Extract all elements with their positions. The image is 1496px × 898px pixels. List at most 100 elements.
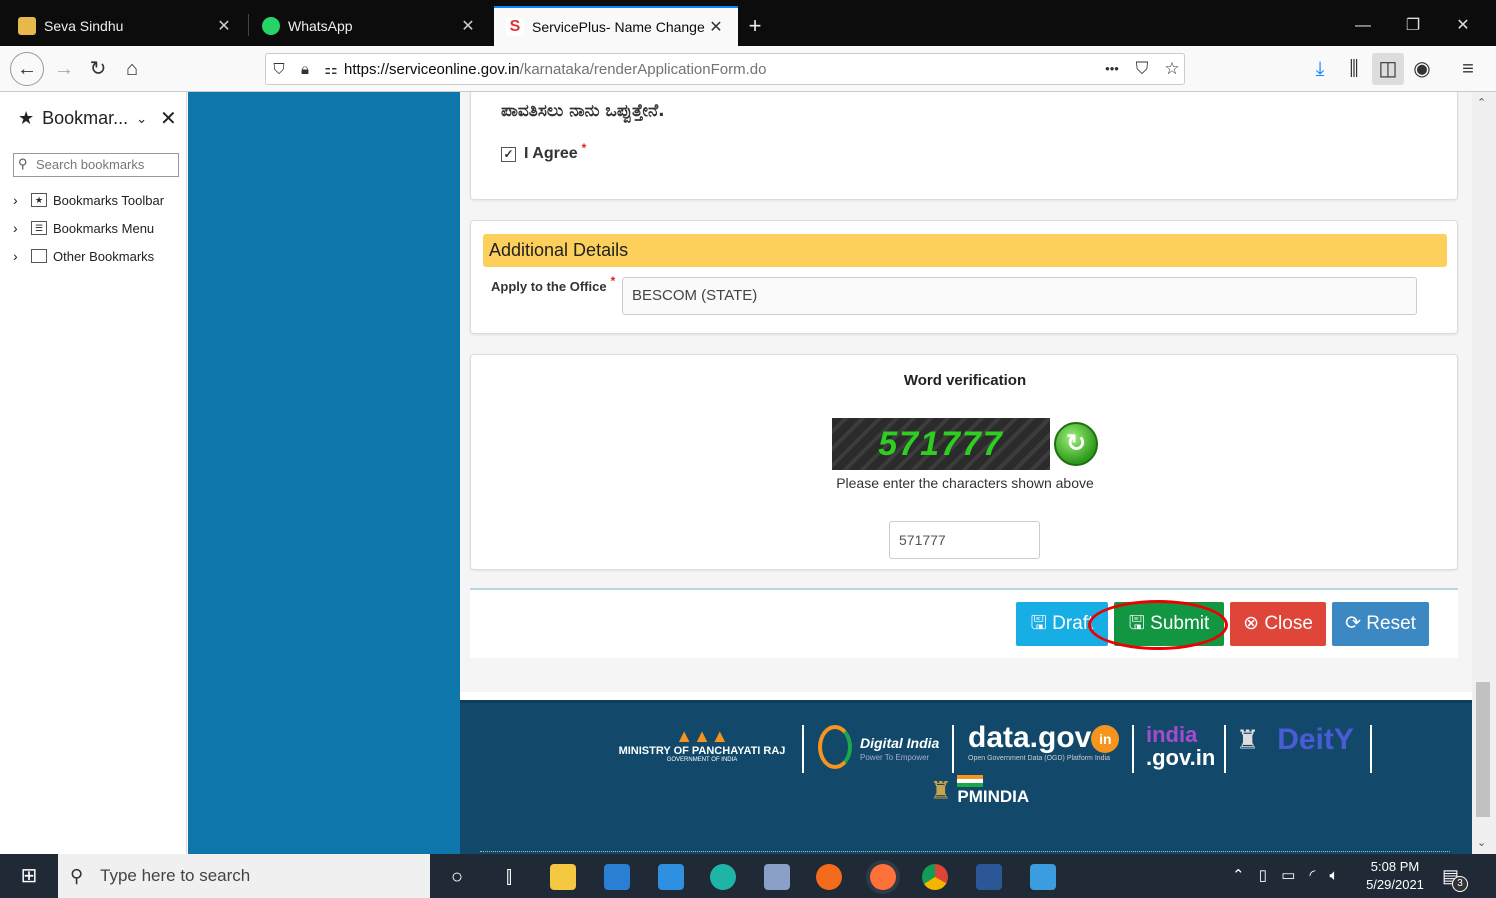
- digital-india-title: Digital India: [860, 735, 940, 751]
- tab-whatsapp[interactable]: WhatsApp ✕: [250, 6, 490, 46]
- india-gov-title: .gov.in: [1146, 745, 1216, 770]
- close-icon[interactable]: ✕: [214, 16, 234, 36]
- captcha-image: 571777: [832, 418, 1050, 470]
- reload-button[interactable]: ↻: [82, 53, 114, 85]
- pmindia-logo[interactable]: ♜ PMINDIA: [930, 775, 1050, 807]
- word-icon[interactable]: [976, 864, 1002, 890]
- footer-divider: [480, 851, 1450, 852]
- captcha-hint: Please enter the characters shown above: [836, 475, 1094, 491]
- tab-serviceplus[interactable]: S ServicePlus- Name Change - N ✕: [494, 6, 738, 46]
- sidebar-title[interactable]: ★ Bookmar... ⌄: [18, 108, 147, 129]
- mail-icon[interactable]: [658, 864, 684, 890]
- firefox-icon[interactable]: [870, 864, 896, 890]
- store-icon[interactable]: [604, 864, 630, 890]
- sidebar-toggle-icon[interactable]: ◫: [1372, 53, 1404, 85]
- datagov-subtitle: Open Government Data (OGD) Platform Indi…: [968, 755, 1110, 762]
- panchayati-raj-logo[interactable]: ▲▲▲ MINISTRY OF PANCHAYATI RAJ GOVERNMEN…: [612, 727, 792, 763]
- window-close-button[interactable]: ✕: [1440, 6, 1486, 46]
- reset-label: Reset: [1366, 613, 1416, 634]
- chevron-right-icon: ›: [13, 248, 18, 264]
- cortana-icon[interactable]: ○: [444, 864, 470, 890]
- sidebar-item-bookmarks-toolbar[interactable]: › ★ Bookmarks Toolbar: [13, 192, 164, 208]
- page-actions-button[interactable]: •••: [1098, 54, 1126, 84]
- wifi-icon[interactable]: ◜: [1310, 867, 1316, 884]
- tab-seva-sindhu[interactable]: Seva Sindhu ✕: [6, 6, 246, 46]
- logo-divider: [1224, 725, 1226, 773]
- pocket-icon[interactable]: ⛉: [1128, 54, 1156, 84]
- close-icon[interactable]: ✕: [160, 106, 177, 131]
- declaration-text: ಪಾವತಿಸಲು ನಾನು ಒಪ್ಪುತ್ತೇನೆ.: [501, 101, 665, 121]
- page-scrollbar[interactable]: ⌃ ⌄: [1472, 92, 1496, 854]
- save-icon: 🖫︎: [1030, 613, 1053, 634]
- clock[interactable]: 5:08 PM 5/29/2021: [1360, 858, 1430, 894]
- download-icon[interactable]: ⤓: [1304, 53, 1336, 85]
- agree-checkbox[interactable]: ✓: [501, 146, 516, 162]
- chevron-up-icon[interactable]: ⌃: [1232, 867, 1245, 884]
- menu-folder-icon: ☰: [31, 221, 47, 235]
- photos-icon[interactable]: [1030, 864, 1056, 890]
- refresh-captcha-icon[interactable]: ↻: [1054, 422, 1098, 466]
- paint-icon[interactable]: [816, 864, 842, 890]
- account-icon[interactable]: ◉: [1406, 53, 1438, 85]
- windows-start-icon[interactable]: ⊞: [0, 854, 58, 898]
- captcha-input[interactable]: 571777: [889, 521, 1040, 559]
- scroll-thumb[interactable]: [1476, 682, 1490, 817]
- action-button-bar: 🖫︎ Draft 🖫︎ Submit ⊗ Close ⟳ Reset: [470, 588, 1458, 658]
- page-left-band: [188, 92, 460, 854]
- menu-icon[interactable]: ≡: [1452, 53, 1484, 85]
- agree-label: I Agree: [524, 145, 578, 162]
- url-bar[interactable]: ⛉ 🔒︎ ⚏ https://serviceonline.gov.in/karn…: [265, 53, 1185, 85]
- sidebar-item-other-bookmarks[interactable]: › Other Bookmarks: [13, 248, 154, 264]
- scroll-down-icon[interactable]: ⌄: [1477, 836, 1486, 849]
- india-gov-logo[interactable]: india .gov.in: [1146, 723, 1216, 769]
- taskbar-search-input[interactable]: Type here to search: [58, 854, 430, 898]
- chevron-down-icon: ⌄: [136, 110, 148, 126]
- restore-button[interactable]: ❐: [1390, 6, 1436, 46]
- reset-button[interactable]: ⟳ Reset: [1332, 602, 1429, 646]
- close-button[interactable]: ⊗ Close: [1230, 602, 1326, 646]
- serviceplus-icon: S: [506, 18, 524, 36]
- shield-icon[interactable]: ⛉: [266, 61, 292, 78]
- lock-icon[interactable]: 🔒︎: [292, 61, 318, 78]
- close-icon[interactable]: ✕: [458, 16, 478, 36]
- sidebar-item-bookmarks-menu[interactable]: › ☰ Bookmarks Menu: [13, 220, 154, 236]
- bookmark-star-icon[interactable]: ☆: [1158, 54, 1186, 84]
- scroll-up-icon[interactable]: ⌃: [1477, 96, 1486, 109]
- library-icon[interactable]: ⫼: [1338, 53, 1370, 85]
- chrome-icon[interactable]: [922, 864, 948, 890]
- close-icon[interactable]: ✕: [706, 17, 726, 37]
- minimize-button[interactable]: —: [1340, 6, 1386, 46]
- file-explorer-icon[interactable]: [550, 864, 576, 890]
- new-tab-button[interactable]: +: [740, 6, 770, 46]
- back-button[interactable]: ←: [10, 52, 44, 86]
- home-button[interactable]: ⌂: [116, 53, 148, 85]
- deity-title: DeitY: [1277, 723, 1354, 756]
- datagov-logo[interactable]: data.gov in Open Government Data (OGD) Pl…: [968, 721, 1128, 762]
- logo-divider: [952, 725, 954, 773]
- office-label: Apply to the Office *: [491, 274, 615, 294]
- battery-icon[interactable]: ▭: [1281, 867, 1295, 884]
- deity-logo[interactable]: ♜ DeitY: [1236, 723, 1366, 757]
- sidebar-item-label: Bookmarks Menu: [53, 220, 155, 236]
- windows-taskbar: ⊞ Type here to search ⚲ ○ ⫿ ⌃ ▯ ▭ ◜ 🔈︎ 5…: [0, 854, 1496, 898]
- panchayati-title: MINISTRY OF PANCHAYATI RAJ: [618, 745, 786, 757]
- navigation-bar: ← → ↻ ⌂ ⛉ 🔒︎ ⚏ https://serviceonline.gov…: [0, 46, 1496, 92]
- plus-icon: +: [748, 13, 762, 38]
- permissions-icon[interactable]: ⚏: [318, 60, 344, 78]
- panchayati-subtitle: GOVERNMENT OF INDIA: [666, 757, 738, 763]
- agree-checkbox-row[interactable]: ✓ I Agree *: [501, 141, 586, 163]
- digital-india-emblem-icon: [818, 725, 852, 769]
- bookmark-search-input[interactable]: Search bookmarks: [13, 153, 179, 177]
- forward-button[interactable]: →: [48, 53, 80, 85]
- required-mark: *: [581, 141, 587, 155]
- office-field[interactable]: BESCOM (STATE): [622, 277, 1417, 315]
- task-view-icon[interactable]: ⫿: [496, 864, 522, 890]
- web-page: ಪಾವತಿಸಲು ನಾನು ಒಪ್ಪುತ್ತೇನೆ. ✓ I Agree * A…: [188, 92, 1472, 854]
- sidebar-title-label: Bookmar...: [42, 108, 129, 128]
- edge-icon[interactable]: [710, 864, 736, 890]
- tablet-icon[interactable]: ▯: [1259, 867, 1267, 884]
- volume-icon[interactable]: 🔈︎: [1330, 867, 1339, 884]
- toolbar-folder-icon: ★: [31, 193, 47, 207]
- clock-date: 5/29/2021: [1366, 877, 1424, 892]
- app-icon[interactable]: [764, 864, 790, 890]
